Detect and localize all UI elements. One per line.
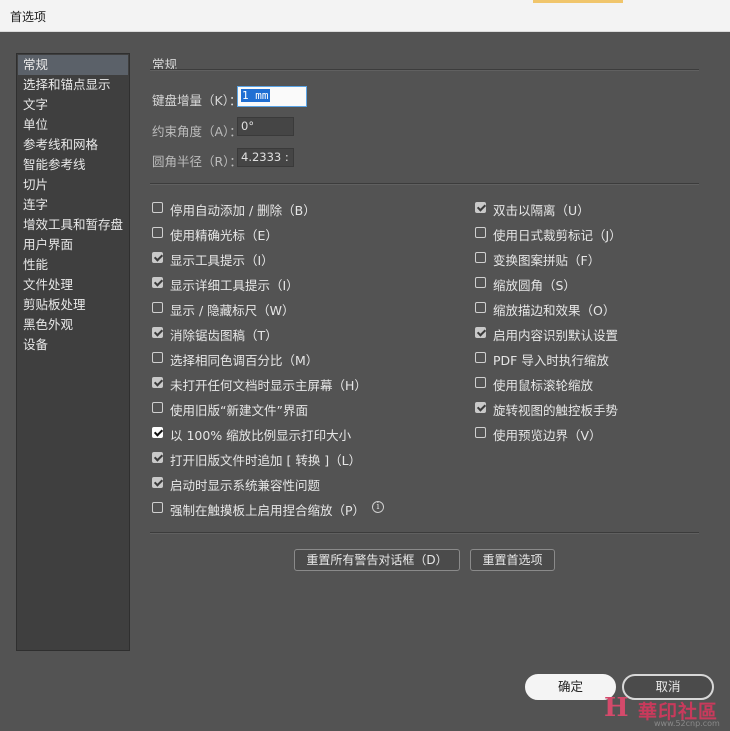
- checkbox-label: 使用旧版“新建文件”界面: [170, 403, 308, 418]
- checkbox-unchecked[interactable]: [152, 402, 163, 413]
- reset-preferences-button[interactable]: 重置首选项: [470, 549, 555, 571]
- title-bar: 首选项: [0, 0, 730, 32]
- ok-button[interactable]: 确定: [525, 674, 616, 700]
- checkbox-label: PDF 导入时执行缩放: [493, 353, 609, 368]
- sidebar: 常规 选择和锚点显示 文字 单位 参考线和网格 智能参考线 切片 连字 增效工具和暂存盘 用户界面…: [16, 53, 130, 651]
- watermark-logo: H: [604, 693, 629, 723]
- checkbox-label: 消除锯齿图稿（T）: [170, 328, 278, 343]
- watermark: H 華印社區 www.52cnp.com: [604, 693, 730, 731]
- checkbox-checked[interactable]: [152, 327, 163, 338]
- checkbox-label: 缩放圆角（S）: [493, 278, 576, 293]
- checkbox-unchecked[interactable]: [152, 202, 163, 213]
- info-icon[interactable]: i: [372, 501, 384, 513]
- checkbox-label: 停用自动添加 / 删除（B）: [170, 203, 316, 218]
- checkbox-label: 未打开任何文档时显示主屏幕（H）: [170, 378, 367, 393]
- checkbox-unchecked[interactable]: [475, 427, 486, 438]
- checkbox-label: 显示工具提示（I）: [170, 253, 274, 268]
- checkbox-checked[interactable]: [152, 277, 163, 288]
- checkbox-checked[interactable]: [475, 327, 486, 338]
- checkbox-label: 使用精确光标（E）: [170, 228, 278, 243]
- sidebar-item[interactable]: 用户界面: [18, 235, 128, 255]
- constrain-angle-input[interactable]: 0°: [237, 117, 294, 136]
- corner-radius-input[interactable]: 4.2333 :: [237, 148, 294, 167]
- checkbox-label: 使用日式裁剪标记（J）: [493, 228, 622, 243]
- checkbox-unchecked[interactable]: [152, 502, 163, 513]
- checkbox-label: 缩放描边和效果（O）: [493, 303, 616, 318]
- sidebar-item[interactable]: 参考线和网格: [18, 135, 128, 155]
- checkbox-unchecked[interactable]: [152, 352, 163, 363]
- divider: [150, 183, 699, 185]
- sidebar-item[interactable]: 剪贴板处理: [18, 295, 128, 315]
- checkbox-label: 显示 / 隐藏标尺（W）: [170, 303, 295, 318]
- sidebar-item[interactable]: 切片: [18, 175, 128, 195]
- divider: [150, 69, 699, 71]
- checkbox-label: 变换图案拼贴（F）: [493, 253, 601, 268]
- checkbox-unchecked[interactable]: [475, 377, 486, 388]
- checkbox-checked[interactable]: [475, 402, 486, 413]
- checkbox-checked[interactable]: [152, 477, 163, 488]
- constrain-angle-label: 约束角度（A）：: [152, 124, 242, 139]
- window-title: 首选项: [10, 10, 47, 24]
- checkbox-label: 显示详细工具提示（I）: [170, 278, 299, 293]
- keyboard-increment-input[interactable]: 1 mm: [237, 86, 307, 107]
- checkbox-label: 使用鼠标滚轮缩放: [493, 378, 594, 393]
- checkbox-unchecked[interactable]: [475, 277, 486, 288]
- watermark-url: www.52cnp.com: [654, 719, 720, 728]
- checkbox-unchecked[interactable]: [475, 227, 486, 238]
- checkbox-label: 选择相同色调百分比（M）: [170, 353, 319, 368]
- title-accent: [533, 0, 623, 3]
- checkbox-checked[interactable]: [152, 452, 163, 463]
- sidebar-item[interactable]: 文件处理: [18, 275, 128, 295]
- checkbox-checked[interactable]: [152, 252, 163, 263]
- sidebar-item[interactable]: 性能: [18, 255, 128, 275]
- checkbox-label: 启动时显示系统兼容性问题: [170, 478, 321, 493]
- checkbox-unchecked[interactable]: [475, 252, 486, 263]
- checkbox-unchecked[interactable]: [475, 352, 486, 363]
- checkbox-label: 以 100% 缩放比例显示打印大小: [170, 428, 352, 443]
- checkbox-label: 强制在触摸板上启用捏合缩放（P）: [170, 503, 366, 518]
- checkbox-unchecked[interactable]: [152, 227, 163, 238]
- checkbox-label: 打开旧版文件时追加 [ 转换 ]（L）: [170, 453, 362, 468]
- sidebar-item[interactable]: 设备: [18, 335, 128, 355]
- checkbox-label: 启用内容识别默认设置: [493, 328, 619, 343]
- corner-radius-label: 圆角半径（R）：: [152, 154, 242, 169]
- checkbox-label: 双击以隔离（U）: [493, 203, 590, 218]
- keyboard-increment-value: 1 mm: [241, 89, 270, 102]
- keyboard-increment-label: 键盘增量（K）：: [152, 93, 242, 108]
- sidebar-item[interactable]: 单位: [18, 115, 128, 135]
- sidebar-item[interactable]: 文字: [18, 95, 128, 115]
- checkbox-label: 旋转视图的触控板手势: [493, 403, 619, 418]
- sidebar-item[interactable]: 智能参考线: [18, 155, 128, 175]
- sidebar-item[interactable]: 选择和锚点显示: [18, 75, 128, 95]
- reset-warnings-button[interactable]: 重置所有警告对话框（D）: [294, 549, 460, 571]
- sidebar-item[interactable]: 增效工具和暂存盘: [18, 215, 128, 235]
- sidebar-item[interactable]: 黑色外观: [18, 315, 128, 335]
- checkbox-checked[interactable]: [475, 202, 486, 213]
- checkbox-checked[interactable]: [152, 427, 163, 438]
- sidebar-item[interactable]: 常规: [18, 55, 128, 75]
- checkbox-unchecked[interactable]: [152, 302, 163, 313]
- divider: [150, 532, 699, 534]
- checkbox-checked[interactable]: [152, 377, 163, 388]
- sidebar-item[interactable]: 连字: [18, 195, 128, 215]
- checkbox-label: 使用预览边界（V）: [493, 428, 602, 443]
- checkbox-unchecked[interactable]: [475, 302, 486, 313]
